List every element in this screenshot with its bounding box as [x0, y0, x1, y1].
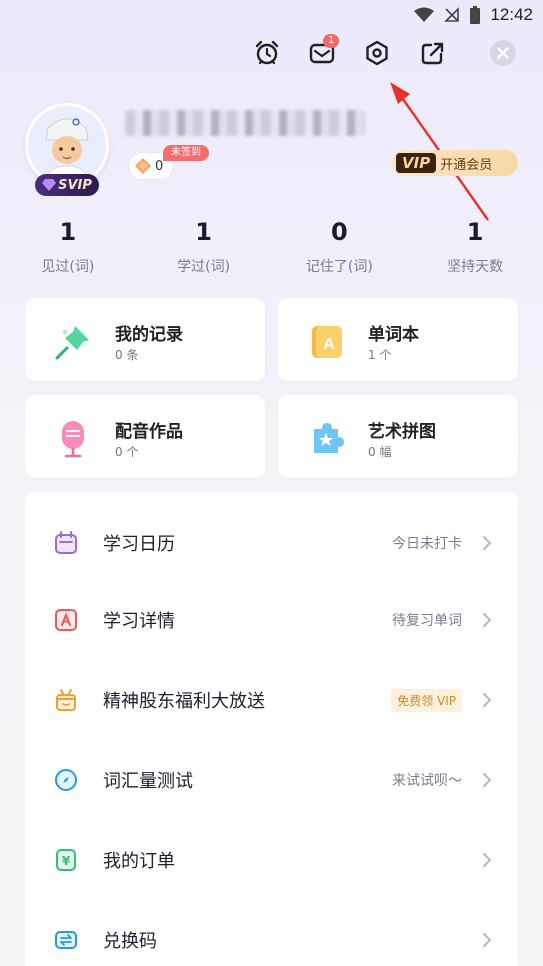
card-my-records[interactable]: 我的记录 0 条: [25, 298, 265, 381]
stat-value: 0: [331, 218, 348, 246]
stat-learned[interactable]: 1 学过(词): [136, 218, 272, 276]
stat-value: 1: [466, 218, 484, 246]
svip-label: SVIP: [58, 177, 92, 193]
menu-item-shareholder-benefits[interactable]: 精神股东福利大放送 免费领 VIP: [25, 670, 518, 730]
menu-label: 学习详情: [103, 611, 175, 632]
chevron-right-icon: [483, 773, 492, 787]
wifi-icon: [414, 7, 435, 22]
card-title: 单词本: [368, 325, 419, 345]
status-time: 12:42: [490, 5, 533, 24]
stat-value: 1: [59, 218, 77, 246]
chevron-right-icon: [483, 693, 492, 707]
close-icon: [490, 40, 516, 66]
calendar-icon: [55, 531, 77, 554]
menu-label: 兑换码: [103, 931, 157, 952]
menu-hint: 今日未打卡: [392, 536, 462, 552]
svg-text:A: A: [323, 336, 335, 353]
share-icon: [421, 42, 444, 65]
chevron-right-icon: [483, 536, 492, 550]
no-signal-icon: [444, 7, 460, 22]
menu-label: 精神股东福利大放送: [103, 691, 265, 712]
card-title: 艺术拼图: [368, 422, 436, 442]
stat-seen[interactable]: 1 见过(词): [0, 218, 136, 276]
compass-icon: [55, 769, 77, 791]
stat-value: 1: [195, 218, 212, 246]
card-count: 0 个: [115, 445, 139, 459]
settings-button[interactable]: [360, 36, 394, 70]
alarm-clock-icon: [255, 40, 279, 65]
menu-label: 学习日历: [103, 534, 175, 555]
messages-button[interactable]: 1: [305, 34, 340, 70]
vip-logo: VIP: [396, 153, 437, 173]
stat-streak-days[interactable]: 1 坚持天数: [407, 218, 543, 276]
menu-hint: 待复习单词: [392, 613, 462, 629]
chevron-right-icon: [483, 933, 492, 947]
status-bar: 12:42: [0, 0, 543, 30]
puzzle-icon: [314, 423, 344, 453]
stat-label: 见过(词): [41, 259, 95, 275]
menu-item-study-calendar[interactable]: 学习日历 今日未打卡: [25, 513, 518, 573]
menu-item-redeem-code[interactable]: 兑换码: [25, 910, 518, 966]
battery-icon: [470, 6, 481, 24]
pin-icon: [55, 326, 89, 360]
signin-tag[interactable]: 未签到: [163, 145, 209, 161]
svip-badge: SVIP: [35, 174, 99, 196]
order-icon: ¥: [56, 849, 76, 871]
menu-item-study-details[interactable]: 学习详情 待复习单词: [25, 590, 518, 650]
gear-icon: [366, 40, 388, 66]
message-badge: 1: [323, 34, 340, 48]
menu-hint: 来试试呗～: [392, 773, 462, 789]
stats-row: 1 见过(词) 1 学过(词) 0 记住了(词) 1 坚持天数: [0, 218, 543, 276]
chevron-right-icon: [483, 613, 492, 627]
coin-icon: [135, 158, 151, 174]
open-vip-button[interactable]: VIP 开通会员: [392, 150, 518, 176]
menu-item-vocabulary-test[interactable]: 词汇量测试 来试试呗～: [25, 750, 518, 810]
card-wordbook[interactable]: A 单词本 1 个: [278, 298, 518, 381]
username-redacted: [125, 110, 365, 136]
notebook-icon: A: [312, 326, 342, 358]
stat-remembered[interactable]: 0 记住了(词): [272, 218, 408, 276]
card-title: 配音作品: [115, 422, 183, 442]
card-count: 1 个: [368, 348, 392, 362]
stat-label: 坚持天数: [447, 259, 504, 275]
card-count: 0 幅: [368, 445, 392, 459]
top-actions: 1: [250, 34, 530, 72]
menu-label: 词汇量测试: [103, 771, 193, 792]
avatar-illustration: [28, 106, 106, 184]
stat-label: 学过(词): [177, 259, 231, 275]
svg-text:¥: ¥: [62, 854, 71, 868]
microphone-icon: [62, 421, 84, 458]
card-dubbing-works[interactable]: 配音作品 0 个: [25, 395, 265, 478]
close-button[interactable]: [486, 36, 520, 70]
alarm-button[interactable]: [250, 36, 284, 70]
menu-label: 我的订单: [103, 851, 175, 872]
card-art-puzzle[interactable]: 艺术拼图 0 幅: [278, 395, 518, 478]
vip-cta-label: 开通会员: [440, 157, 493, 173]
card-title: 我的记录: [115, 325, 183, 345]
stat-label: 记住了(词): [305, 259, 373, 275]
share-button[interactable]: [416, 36, 450, 70]
redeem-icon: [55, 931, 77, 949]
study-detail-icon: [55, 609, 77, 631]
diamond-icon: [42, 179, 57, 191]
menu-item-my-orders[interactable]: ¥ 我的订单: [25, 830, 518, 890]
menu-list: 学习日历 今日未打卡 学习详情 待复习单词 精神股东福利大放送 免费领 VIP …: [25, 492, 518, 966]
free-vip-tag: 免费领 VIP: [391, 688, 462, 712]
gift-icon: [56, 689, 76, 711]
chevron-right-icon: [483, 853, 492, 867]
card-count: 0 条: [115, 348, 139, 362]
